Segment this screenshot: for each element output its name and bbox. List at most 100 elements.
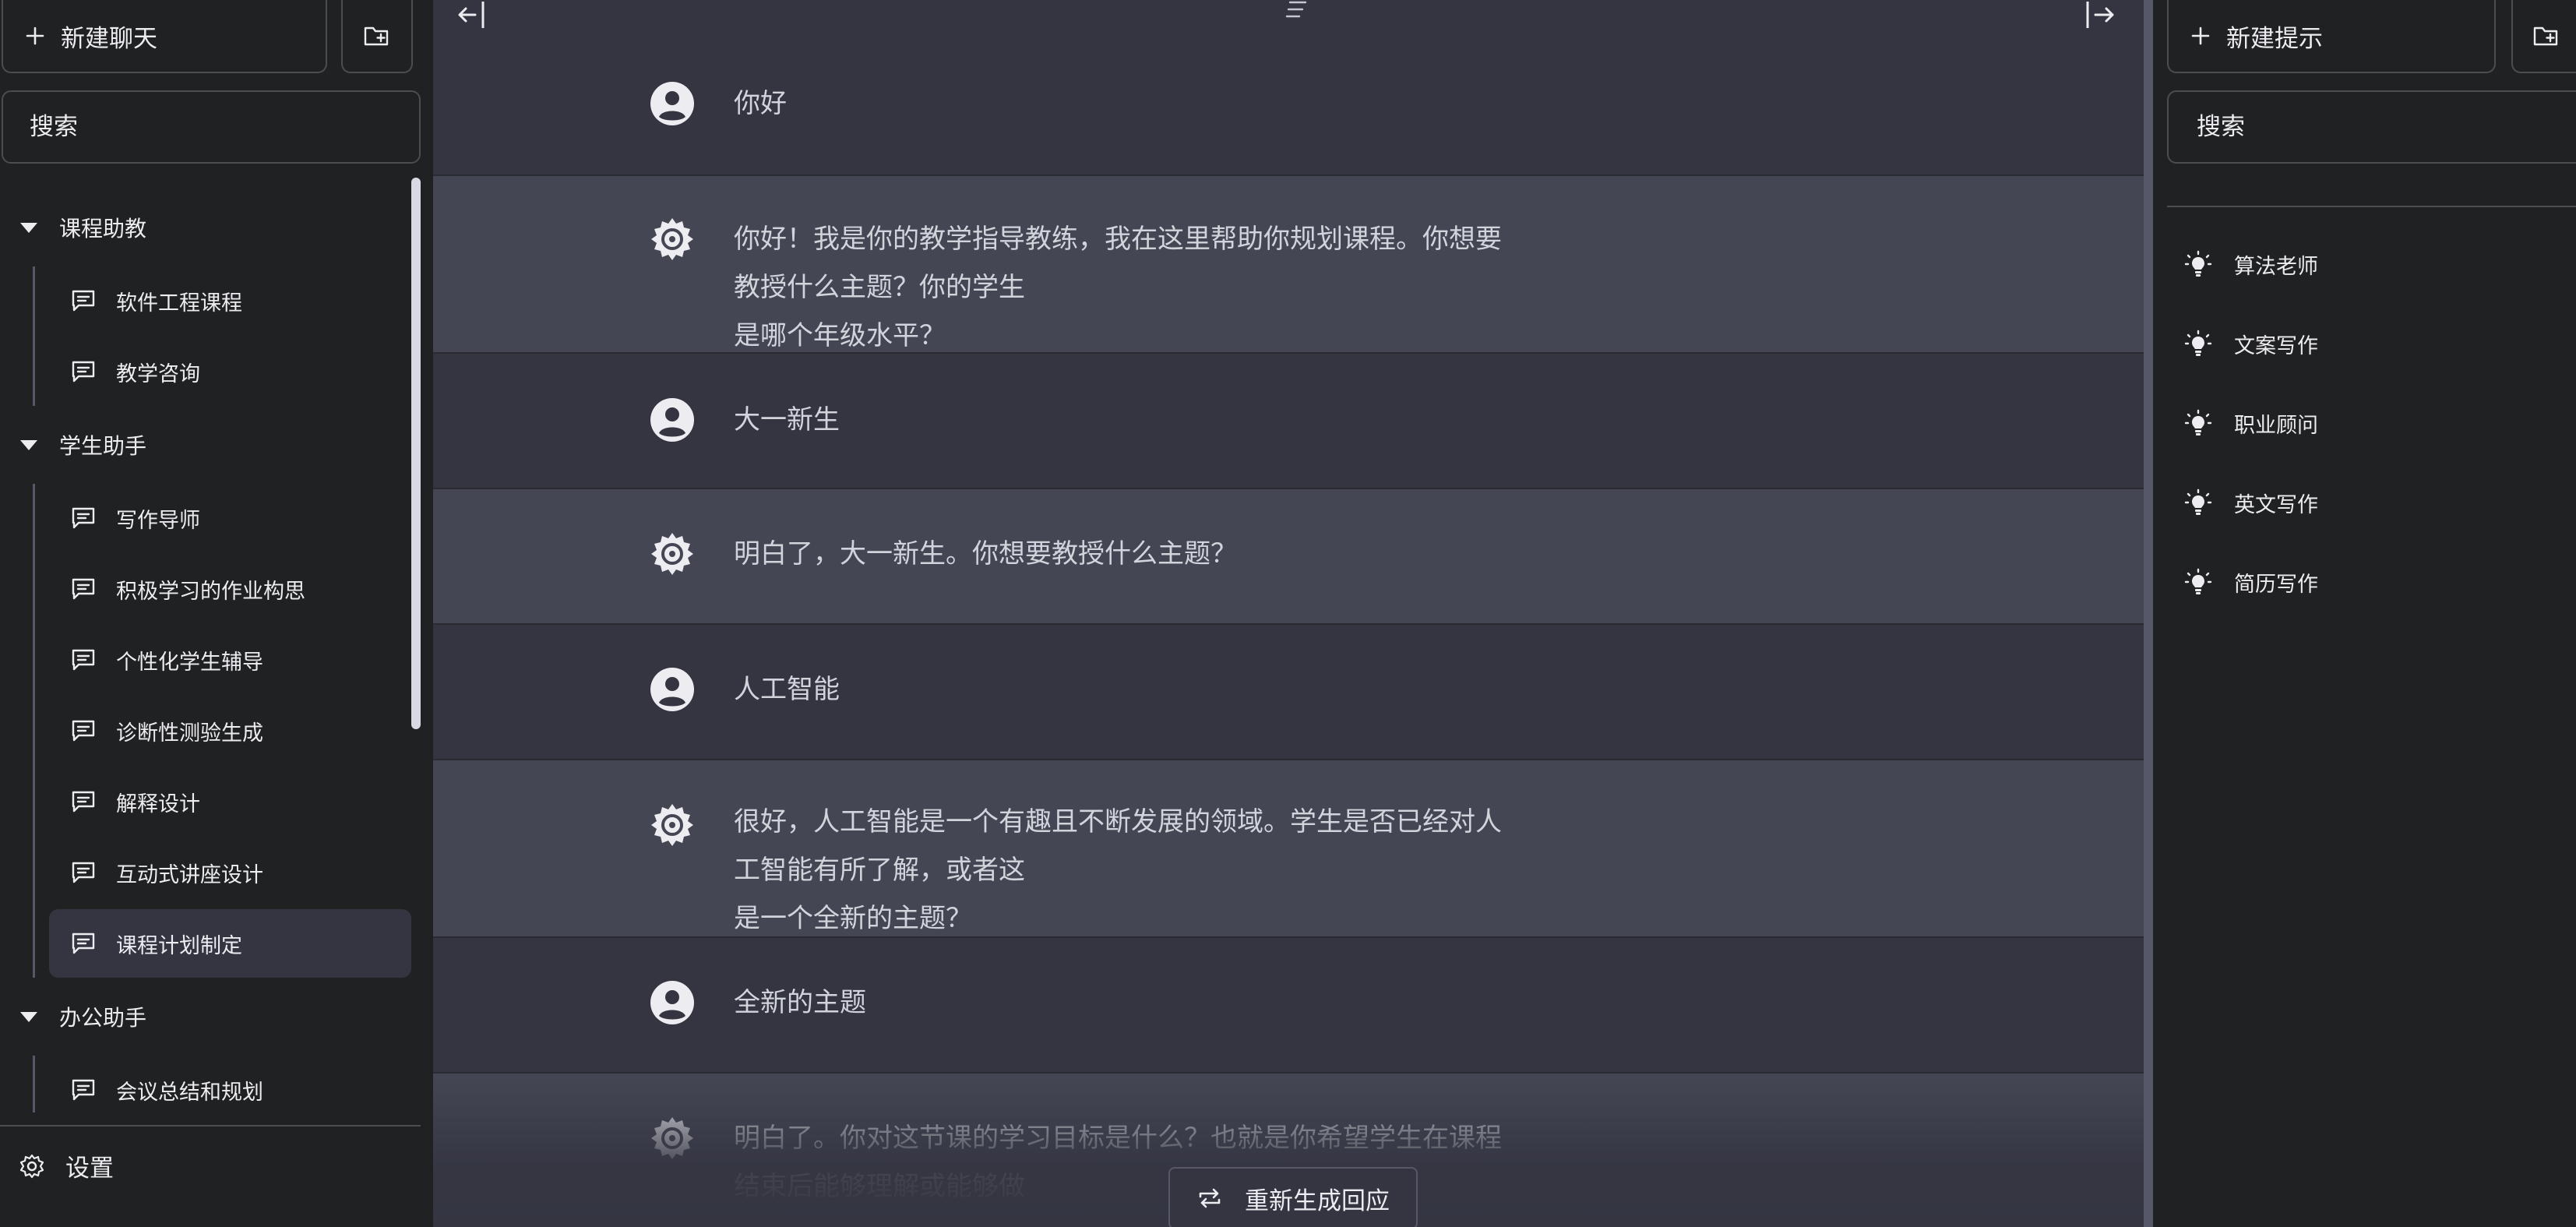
message-text: 人工智能 bbox=[734, 674, 840, 705]
chat-bubble-icon bbox=[72, 578, 95, 600]
chat-search-input[interactable] bbox=[2, 90, 421, 164]
conversation-label: 个性化学生辅导 bbox=[116, 650, 263, 675]
chat-bubble-icon bbox=[72, 720, 95, 742]
folder-plus-icon bbox=[2533, 26, 2558, 46]
chat-bubble-icon bbox=[72, 933, 95, 954]
user-avatar-icon bbox=[650, 398, 694, 442]
conversation-label: 写作导师 bbox=[116, 508, 200, 533]
lightbulb-icon bbox=[2184, 409, 2212, 435]
assistant-message: 很好，人工智能是一个有趣且不断发展的领域。学生是否已经对人工智能有所了解，或者这… bbox=[433, 760, 2144, 938]
message-text: 很好，人工智能是一个有趣且不断发展的领域。学生是否已经对人工智能有所了解，或者这… bbox=[734, 806, 1502, 934]
conversation-label: 互动式讲座设计 bbox=[116, 862, 263, 887]
chat-bubble-icon bbox=[72, 290, 95, 312]
conversation-tree: 课程助教 软件工程课程 教学咨询 学生助手 写作导师 积极学习的作业构思 个性化… bbox=[0, 191, 421, 1112]
menu-icon[interactable] bbox=[1284, 0, 1309, 23]
prompt-label: 算法老师 bbox=[2234, 254, 2318, 279]
assistant-gear-icon bbox=[651, 804, 693, 846]
prompt-item[interactable]: 算法老师 bbox=[2167, 224, 2572, 304]
user-message: 人工智能 bbox=[433, 625, 2144, 760]
message-text: 大一新生 bbox=[734, 404, 840, 435]
assistant-gear-icon bbox=[651, 218, 693, 260]
folder-student-assistant[interactable]: 学生助手 bbox=[0, 408, 421, 481]
prompt-sidebar: 新建提示 算法老师 bbox=[2153, 0, 2576, 1227]
caret-down-icon bbox=[20, 439, 37, 450]
new-prompt-button[interactable]: 新建提示 bbox=[2167, 0, 2496, 73]
assistant-message: 你好！我是你的教学指导教练，我在这里帮助你规划课程。你想要教授什么主题？你的学生… bbox=[433, 176, 2144, 354]
message-text: 你好 bbox=[734, 88, 787, 119]
chat-bubble-icon bbox=[72, 862, 95, 883]
collapse-right-sidebar-icon[interactable] bbox=[2084, 2, 2117, 28]
prompt-item[interactable]: 英文写作 bbox=[2167, 463, 2572, 542]
app-window: 新建聊天 课程助教 软件工程课程 教学咨询 bbox=[0, 0, 2576, 1227]
lightbulb-icon bbox=[2184, 568, 2212, 594]
settings-button[interactable]: 设置 bbox=[19, 1148, 114, 1183]
folder-office-assistant[interactable]: 办公助手 bbox=[0, 980, 421, 1053]
folder-plus-icon bbox=[364, 26, 389, 46]
conversation-item[interactable]: 写作导师 bbox=[49, 484, 411, 552]
caret-down-icon bbox=[20, 222, 37, 233]
regenerate-response-button[interactable]: 重新生成回应 bbox=[1168, 1167, 1418, 1227]
plus-icon bbox=[26, 26, 44, 45]
chat-topbar bbox=[433, 0, 2144, 31]
chat-bubble-icon bbox=[72, 649, 95, 671]
collapse-left-sidebar-icon[interactable] bbox=[456, 2, 489, 28]
new-folder-button[interactable] bbox=[341, 0, 413, 73]
conversation-label: 诊断性测验生成 bbox=[116, 721, 263, 746]
divider bbox=[0, 1125, 421, 1127]
conversation-item[interactable]: 教学咨询 bbox=[49, 337, 411, 406]
lightbulb-icon bbox=[2184, 488, 2212, 515]
prompt-label: 职业顾问 bbox=[2234, 413, 2318, 438]
user-message: 大一新生 bbox=[433, 354, 2144, 489]
conversation-item[interactable]: 软件工程课程 bbox=[49, 266, 411, 335]
folder-items: 写作导师 积极学习的作业构思 个性化学生辅导 诊断性测验生成 解释设计 互动式讲… bbox=[33, 484, 421, 978]
prompt-search-input[interactable] bbox=[2167, 90, 2576, 164]
folder-course-assistant[interactable]: 课程助教 bbox=[0, 191, 421, 264]
conversation-item[interactable]: 积极学习的作业构思 bbox=[49, 555, 411, 623]
folder-items: 会议总结和规划 bbox=[33, 1056, 421, 1112]
conversation-item-active[interactable]: 课程计划制定 bbox=[49, 909, 411, 978]
divider bbox=[2167, 206, 2576, 207]
user-avatar-icon bbox=[650, 668, 694, 711]
conversation-label: 积极学习的作业构思 bbox=[116, 579, 305, 604]
prompt-label: 英文写作 bbox=[2234, 492, 2318, 517]
new-chat-button[interactable]: 新建聊天 bbox=[2, 0, 327, 73]
conversation-item[interactable]: 互动式讲座设计 bbox=[49, 838, 411, 907]
sidebar-scrollbar[interactable] bbox=[411, 178, 421, 729]
chat-main: 你好 你好！我是你的教学指导教练，我在这里帮助你规划课程。你想要教授什么主题？你… bbox=[433, 0, 2144, 1227]
plus-icon bbox=[2191, 26, 2210, 45]
conversation-label: 课程计划制定 bbox=[116, 933, 242, 958]
conversation-item[interactable]: 解释设计 bbox=[49, 767, 411, 836]
chat-bubble-icon bbox=[72, 1079, 95, 1101]
refresh-icon bbox=[1199, 1188, 1221, 1208]
settings-label: 设置 bbox=[65, 1155, 114, 1183]
chat-bubble-icon bbox=[72, 791, 95, 813]
conversation-item[interactable]: 诊断性测验生成 bbox=[49, 696, 411, 765]
conversation-item[interactable]: 个性化学生辅导 bbox=[49, 626, 411, 694]
message-text: 全新的主题 bbox=[734, 987, 866, 1018]
lightbulb-icon bbox=[2184, 330, 2212, 356]
conversation-label: 会议总结和规划 bbox=[116, 1080, 263, 1105]
lightbulb-icon bbox=[2184, 250, 2212, 277]
prompt-item[interactable]: 职业顾问 bbox=[2167, 383, 2572, 463]
folder-label: 办公助手 bbox=[59, 1005, 147, 1031]
prompt-item[interactable]: 文案写作 bbox=[2167, 304, 2572, 383]
conversation-item[interactable]: 会议总结和规划 bbox=[49, 1056, 411, 1112]
user-avatar-icon bbox=[650, 82, 694, 125]
message-text: 你好！我是你的教学指导教练，我在这里帮助你规划课程。你想要教授什么主题？你的学生… bbox=[734, 224, 1502, 351]
prompt-label: 简历写作 bbox=[2234, 572, 2318, 597]
gear-icon bbox=[19, 1154, 44, 1178]
prompt-item[interactable]: 简历写作 bbox=[2167, 542, 2572, 622]
assistant-gear-icon bbox=[651, 1117, 693, 1159]
assistant-gear-icon bbox=[651, 533, 693, 575]
caret-down-icon bbox=[20, 1011, 37, 1022]
message-text: 明白了，大一新生。你想要教授什么主题？ bbox=[734, 538, 1237, 569]
conversation-label: 软件工程课程 bbox=[116, 291, 242, 316]
conversation-label: 教学咨询 bbox=[116, 361, 200, 386]
panel-divider[interactable] bbox=[2144, 0, 2153, 1227]
conversation-label: 解释设计 bbox=[116, 792, 200, 816]
new-prompt-folder-button[interactable] bbox=[2511, 0, 2576, 73]
user-message: 全新的主题 bbox=[433, 938, 2144, 1074]
folder-label: 学生助手 bbox=[59, 433, 147, 459]
chat-bubble-icon bbox=[72, 507, 95, 529]
chat-bubble-icon bbox=[72, 361, 95, 383]
